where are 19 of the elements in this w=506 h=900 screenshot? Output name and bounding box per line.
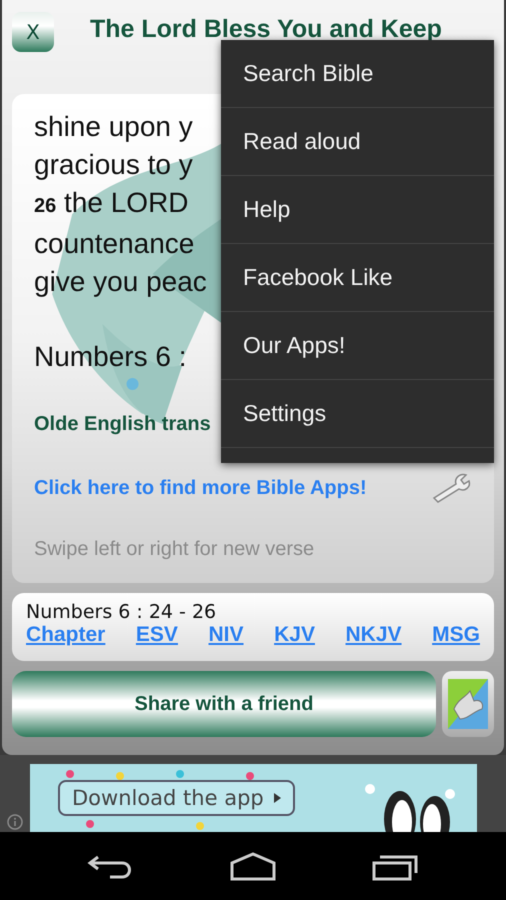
verse-reference: Numbers 6 : bbox=[34, 341, 186, 373]
verse-title: The Lord Bless You and Keep bbox=[90, 16, 442, 42]
share-button[interactable]: Share with a friend bbox=[12, 671, 436, 737]
menu-item[interactable]: Our Apps! bbox=[221, 312, 494, 380]
verse-text: give you peac bbox=[34, 265, 207, 299]
menu-item[interactable]: Facebook Like bbox=[221, 244, 494, 312]
verse-text: 26 the LORD bbox=[34, 186, 189, 220]
download-button[interactable]: Download the app bbox=[58, 780, 295, 816]
menu-item[interactable]: Settings bbox=[221, 380, 494, 448]
menu-item[interactable]: Read aloud bbox=[221, 108, 494, 176]
verse-text: gracious to y bbox=[34, 148, 193, 182]
menu-item[interactable]: Search Bible bbox=[221, 40, 494, 108]
menu-item[interactable]: Help bbox=[221, 176, 494, 244]
verse-text: shine upon y bbox=[34, 110, 193, 144]
verse-text: countenance bbox=[34, 227, 194, 261]
close-button[interactable]: X bbox=[12, 12, 54, 52]
translation-note: Olde English trans bbox=[34, 413, 211, 436]
swipe-hint: Swipe left or right for new verse bbox=[34, 538, 314, 561]
passage-reference: Numbers 6 : 24 - 26 bbox=[26, 601, 218, 623]
